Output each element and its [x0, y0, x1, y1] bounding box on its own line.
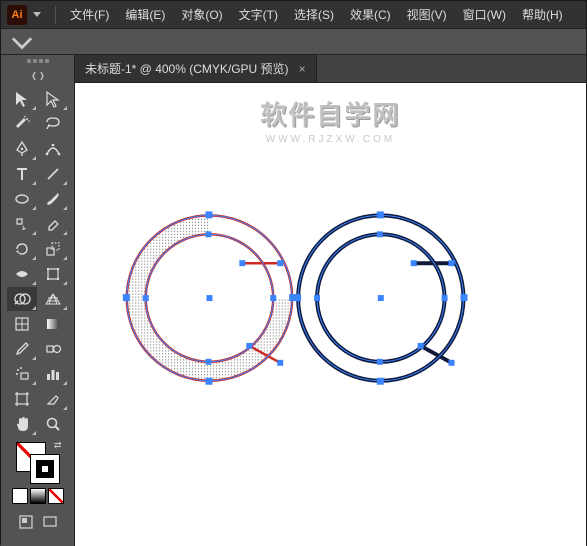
- eyedropper-tool[interactable]: [7, 337, 37, 361]
- tool-grid: [7, 87, 68, 436]
- menu-view[interactable]: 视图(V): [399, 2, 455, 27]
- menu-file[interactable]: 文件(F): [62, 2, 117, 27]
- tools-panel: ⇄: [1, 55, 75, 546]
- menu-separator: [55, 6, 56, 24]
- line-segment-tool[interactable]: [38, 162, 68, 186]
- menu-effect[interactable]: 效果(C): [342, 2, 399, 27]
- swap-fill-stroke-icon[interactable]: ⇄: [54, 440, 62, 451]
- stroke-swatch[interactable]: [30, 454, 60, 484]
- canvas[interactable]: 软件自学网 WWW.RJZXW.COM: [75, 83, 586, 546]
- hand-tool[interactable]: [7, 412, 37, 436]
- perspective-grid-tool[interactable]: [38, 287, 68, 311]
- brush-tool[interactable]: [38, 187, 68, 211]
- shaper-tool[interactable]: [7, 212, 37, 236]
- screen-mode-button[interactable]: [39, 512, 61, 532]
- menu-window[interactable]: 窗口(W): [455, 2, 514, 27]
- artboard-tool[interactable]: [7, 387, 37, 411]
- document-tab[interactable]: 未标题-1* @ 400% (CMYK/GPU 预览) ×: [75, 55, 317, 82]
- close-tab-icon[interactable]: ×: [299, 62, 306, 76]
- left-ring-anchors: [123, 211, 296, 384]
- document-tab-label: 未标题-1* @ 400% (CMYK/GPU 预览): [85, 60, 289, 77]
- artwork: [75, 83, 586, 546]
- screen-mode-row: [15, 512, 61, 532]
- menu-object[interactable]: 对象(O): [173, 2, 230, 27]
- column-graph-tool[interactable]: [38, 362, 68, 386]
- options-expand-icon[interactable]: [11, 33, 33, 51]
- gradient-tool[interactable]: [38, 312, 68, 336]
- symbol-sprayer-tool[interactable]: [7, 362, 37, 386]
- app-logo: Ai: [7, 5, 27, 25]
- shape-builder-tool[interactable]: [7, 287, 37, 311]
- rotate-tool[interactable]: [7, 237, 37, 261]
- fill-stroke-swatch[interactable]: ⇄: [16, 442, 60, 484]
- menu-select[interactable]: 选择(S): [286, 2, 342, 27]
- document-tab-bar: 未标题-1* @ 400% (CMYK/GPU 预览) ×: [75, 55, 586, 83]
- app-menu-dropdown-icon[interactable]: [33, 12, 41, 17]
- scale-tool[interactable]: [38, 237, 68, 261]
- draw-mode-button[interactable]: [15, 512, 37, 532]
- zoom-tool[interactable]: [38, 412, 68, 436]
- direct-selection-tool[interactable]: [38, 87, 68, 111]
- options-bar: [1, 29, 586, 55]
- menu-type[interactable]: 文字(T): [231, 2, 286, 27]
- menu-edit[interactable]: 编辑(E): [117, 2, 173, 27]
- width-tool[interactable]: [7, 262, 37, 286]
- tools-panel-grip[interactable]: [18, 59, 58, 65]
- type-tool[interactable]: [7, 162, 37, 186]
- lasso-tool[interactable]: [38, 112, 68, 136]
- rectangle-tool[interactable]: [7, 187, 37, 211]
- app-logo-text: Ai: [12, 9, 23, 21]
- color-mode-gradient[interactable]: [30, 488, 46, 504]
- menu-bar: Ai 文件(F) 编辑(E) 对象(O) 文字(T) 选择(S) 效果(C) 视…: [1, 1, 586, 29]
- pen-tool[interactable]: [7, 137, 37, 161]
- document-area: 未标题-1* @ 400% (CMYK/GPU 预览) × 软件自学网 WWW.…: [75, 55, 586, 546]
- menu-help[interactable]: 帮助(H): [514, 2, 571, 27]
- tools-column-toggle[interactable]: [28, 69, 48, 83]
- main-area: ⇄ 未标题-1* @ 400% (CMYK/GPU 预览) × 软件自: [1, 55, 586, 546]
- blend-tool[interactable]: [38, 337, 68, 361]
- color-mode-row: [12, 488, 64, 504]
- color-mode-solid[interactable]: [12, 488, 28, 504]
- curvature-tool[interactable]: [38, 137, 68, 161]
- magic-wand-tool[interactable]: [7, 112, 37, 136]
- free-transform-tool[interactable]: [38, 262, 68, 286]
- selection-tool[interactable]: [7, 87, 37, 111]
- eraser-tool[interactable]: [38, 212, 68, 236]
- slice-tool[interactable]: [38, 387, 68, 411]
- color-mode-none[interactable]: [48, 488, 64, 504]
- mesh-tool[interactable]: [7, 312, 37, 336]
